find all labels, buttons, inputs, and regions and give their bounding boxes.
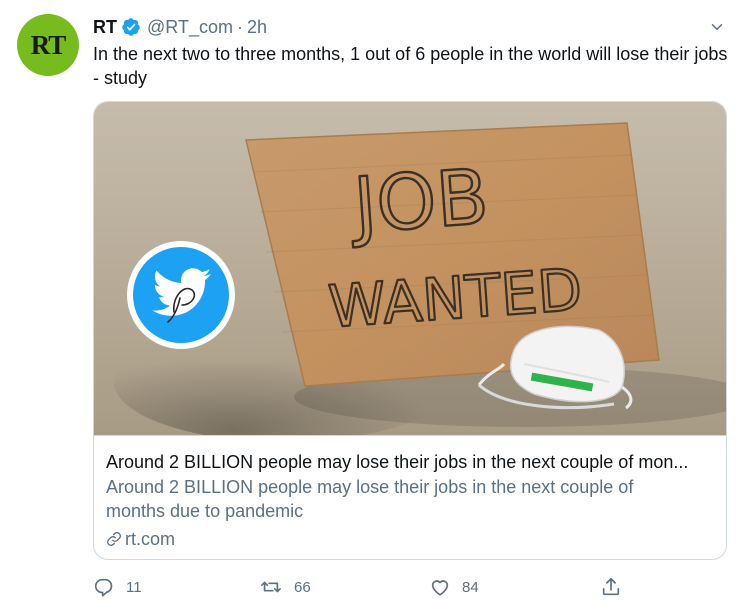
verified-badge-icon [121, 17, 141, 37]
share-button[interactable] [600, 574, 622, 600]
tweet[interactable]: RT RT @RT_com · 2h In the next two to th… [0, 0, 752, 615]
tweet-header: RT @RT_com · 2h [93, 15, 267, 39]
like-button[interactable]: 84 [429, 574, 479, 600]
card-domain-text: rt.com [125, 529, 176, 549]
reply-count: 11 [126, 578, 142, 596]
like-icon [429, 576, 451, 598]
sign-word-job: JOB [347, 152, 491, 250]
share-icon [600, 576, 622, 598]
author-handle[interactable]: @RT_com [147, 17, 233, 38]
card-image: JOB WANTED [94, 102, 726, 435]
avatar-logo-text: RT [30, 30, 67, 60]
retweet-icon [259, 576, 283, 598]
reply-button[interactable]: 11 [93, 574, 142, 600]
card-info[interactable]: Around 2 BILLION people may lose their j… [94, 435, 726, 559]
reply-icon [93, 576, 115, 598]
avatar[interactable]: RT [17, 14, 79, 76]
card-title[interactable]: Around 2 BILLION people may lose their j… [106, 450, 718, 474]
chevron-down-icon[interactable] [706, 16, 728, 38]
card-domain[interactable]: rt.com [106, 527, 175, 551]
link-card[interactable]: JOB WANTED Around 2 BILLION people may l… [93, 101, 727, 560]
tweet-timestamp[interactable]: 2h [247, 17, 267, 38]
header-separator: · [236, 16, 243, 37]
like-count: 84 [462, 578, 479, 596]
author-name[interactable]: RT [93, 17, 117, 38]
twitter-watermark-icon [127, 241, 235, 349]
retweet-button[interactable]: 66 [259, 574, 311, 600]
tweet-text: In the next two to three months, 1 out o… [93, 44, 728, 88]
retweet-count: 66 [294, 578, 311, 596]
card-description: Around 2 BILLION people may lose their j… [106, 477, 634, 521]
link-icon [106, 531, 122, 547]
